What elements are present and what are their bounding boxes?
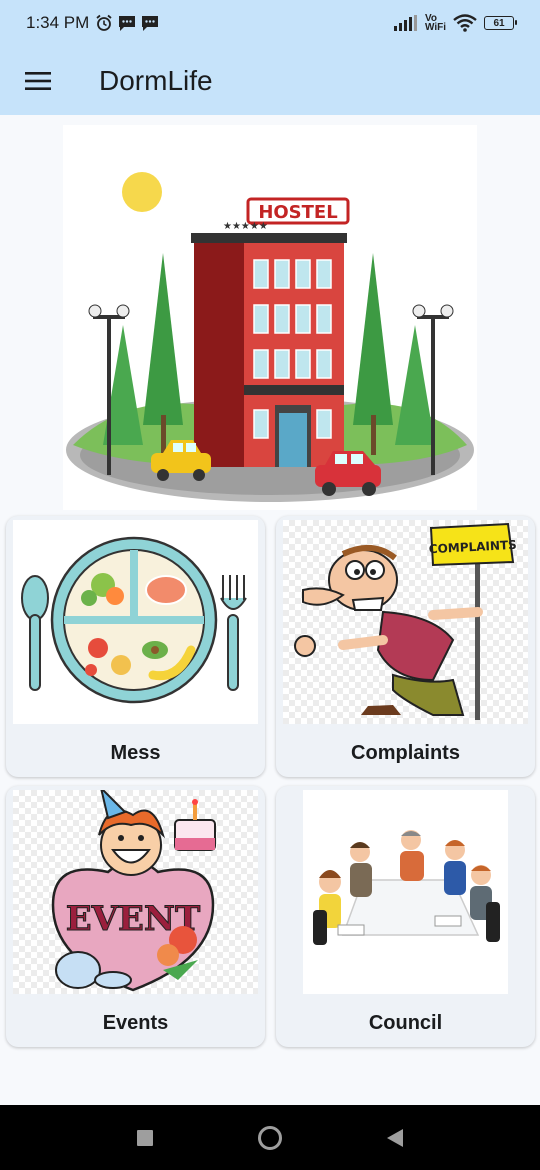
signal-icon (393, 15, 417, 31)
meal-plate-image (13, 520, 258, 724)
status-time: 1:34 PM (26, 13, 90, 32)
alarm-icon (96, 14, 112, 31)
back-triangle-icon (387, 1128, 403, 1147)
complaints-cartoon-image: COMPLAINTS (283, 520, 528, 724)
council-card[interactable]: Council (276, 786, 535, 1047)
hamburger-menu-icon (25, 71, 51, 90)
menu-button[interactable] (0, 46, 76, 115)
message-icon (119, 15, 136, 31)
mess-card[interactable]: Mess (6, 516, 265, 777)
events-card[interactable]: EVENT Events (6, 786, 265, 1047)
system-nav-bar (0, 1105, 540, 1170)
app-bar: DormLife (0, 46, 540, 115)
council-meeting-image (303, 790, 508, 994)
mess-card-label: Mess (110, 742, 161, 764)
hostel-sign: HOSTEL (258, 202, 337, 223)
hostel-hero-image: HOSTEL ★★★★★ (63, 125, 477, 510)
svg-text:★★★★★: ★★★★★ (223, 221, 268, 232)
home-button[interactable] (255, 1123, 285, 1153)
council-card-label: Council (368, 1012, 443, 1034)
back-button[interactable] (380, 1123, 410, 1153)
home-circle-icon (258, 1125, 282, 1150)
status-bar: 1:34 PM Vo WiFi 61 (0, 0, 540, 46)
event-cartoon-image: EVENT (13, 786, 258, 994)
vowifi-indicator: Vo WiFi (424, 13, 446, 33)
complaints-card[interactable]: COMPLAINTS Complaints (276, 516, 535, 777)
wifi-icon (453, 14, 477, 32)
app-title: DormLife (99, 64, 213, 96)
events-card-label: Events (102, 1012, 169, 1034)
battery-level: 61 (493, 17, 505, 29)
main-content: HOSTEL ★★★★★ Mess COMPLAINTS Complaints … (0, 115, 540, 1105)
recents-square-icon (137, 1129, 153, 1146)
message-icon (142, 15, 159, 31)
battery-icon: 61 (484, 16, 517, 30)
council-member (313, 870, 341, 945)
recents-button[interactable] (130, 1123, 160, 1153)
complaints-card-label: Complaints (351, 742, 460, 764)
